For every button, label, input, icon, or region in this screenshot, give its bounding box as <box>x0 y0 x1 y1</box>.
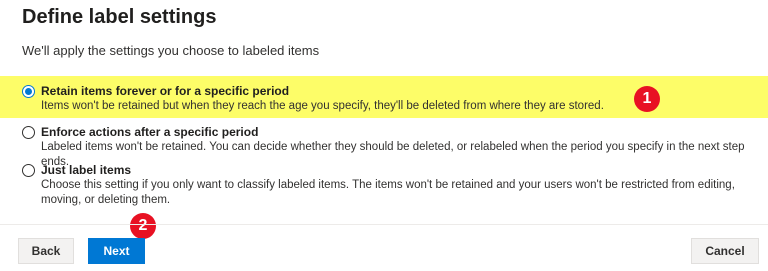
option-just-label-description: Choose this setting if you only want to … <box>41 179 735 206</box>
option-just-label-label: Just label items <box>41 163 132 177</box>
footer-divider <box>0 224 768 225</box>
cancel-button[interactable]: Cancel <box>691 238 759 264</box>
option-just-label-text: Just label items Choose this setting if … <box>41 163 768 208</box>
page-subtitle: We'll apply the settings you choose to l… <box>22 43 320 58</box>
option-enforce-actions-label: Enforce actions after a specific period <box>41 125 259 139</box>
next-button[interactable]: Next <box>88 238 145 264</box>
page-title: Define label settings <box>22 6 217 28</box>
back-button[interactable]: Back <box>18 238 74 264</box>
radio-enforce-actions[interactable] <box>22 126 35 139</box>
step-badge-1: 1 <box>634 86 660 112</box>
step-badge-2: 2 <box>130 213 156 239</box>
radio-just-label[interactable] <box>22 164 35 177</box>
option-just-label[interactable]: Just label items Choose this setting if … <box>22 163 768 208</box>
radio-retain[interactable] <box>22 85 35 98</box>
